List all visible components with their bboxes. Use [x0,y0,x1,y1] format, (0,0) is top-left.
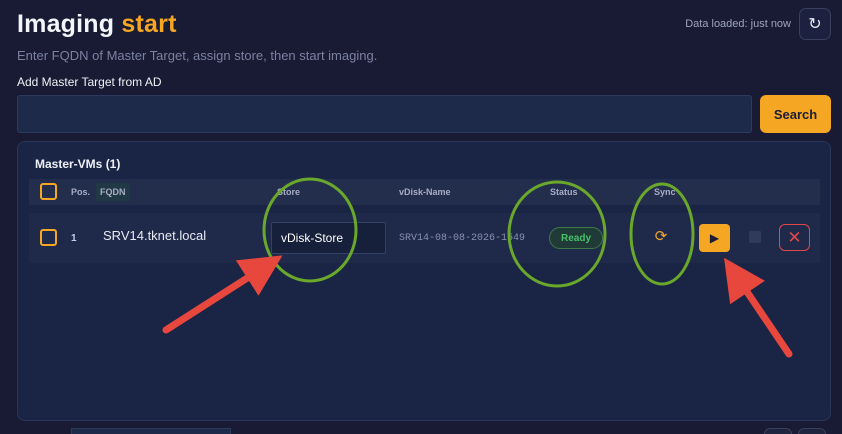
row-fqdn: SRV14.tknet.local [103,228,207,243]
play-icon: ▶ [709,231,720,245]
master-target-search-input[interactable] [17,95,752,133]
table-header: Pos. FQDN Store vDisk-Name Status Sync [29,179,820,205]
column-sync: Sync [654,187,676,197]
footer-button-prev[interactable] [764,428,792,434]
master-vms-panel: Master-VMs (1) Pos. FQDN Store vDisk-Nam… [17,141,831,421]
refresh-icon: ↻ [808,16,822,33]
refresh-button[interactable]: ↻ [799,8,831,40]
stop-icon[interactable] [749,231,761,243]
page-title: Imaging start [17,10,177,39]
table-row: 1 SRV14.tknet.local SRV14-08-08-2026-154… [29,213,820,263]
search-button[interactable]: Search [760,95,831,133]
delete-button[interactable]: ✕ [779,224,810,251]
column-fqdn: FQDN [96,183,130,201]
column-store: Store [277,187,301,197]
row-vdisk-name: SRV14-08-08-2026-1549 [399,233,526,244]
store-input[interactable] [271,222,386,254]
close-icon: ✕ [787,227,802,247]
page-subtitle: Enter FQDN of Master Target, assign stor… [17,48,378,63]
footer-button-next[interactable] [798,428,826,434]
column-status: Status [550,187,578,197]
add-master-target-label: Add Master Target from AD [17,75,162,89]
select-all-checkbox[interactable] [40,183,57,200]
row-checkbox[interactable] [40,229,57,246]
status-badge: Ready [549,227,603,249]
master-vms-title: Master-VMs (1) [35,157,121,171]
page-title-main: Imaging [17,10,115,38]
data-loaded-status: Data loaded: just now [685,18,791,30]
footer-input[interactable] [71,428,231,434]
column-vdisk: vDisk-Name [399,187,451,197]
page-title-accent: start [121,10,177,38]
start-imaging-button[interactable]: ▶ [699,224,730,252]
sync-icon[interactable]: ⟳ [652,228,670,246]
column-pos: Pos. [71,187,91,197]
row-pos: 1 [71,233,77,244]
